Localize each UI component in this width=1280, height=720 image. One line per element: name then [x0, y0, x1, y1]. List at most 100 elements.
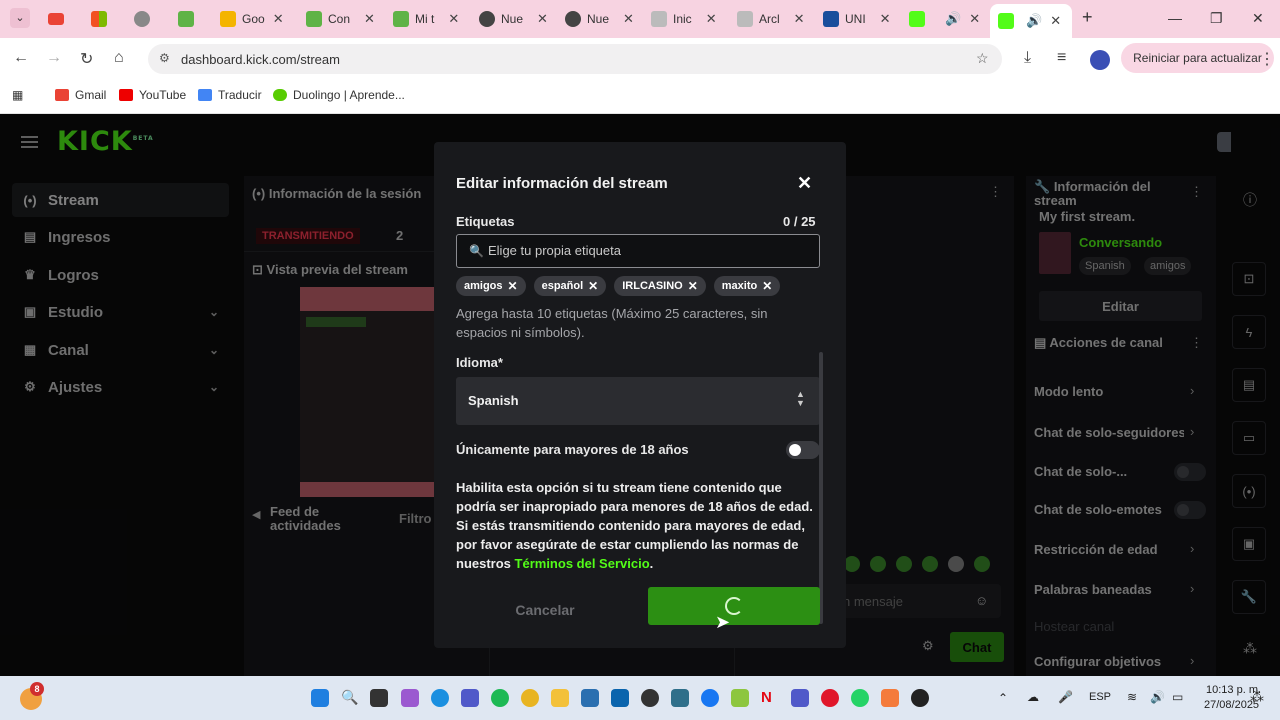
remove-tag-icon[interactable]: ✕ [588, 279, 598, 293]
whatsapp-icon[interactable] [851, 689, 869, 707]
outlook-icon[interactable] [611, 689, 629, 707]
teams-icon[interactable] [461, 689, 479, 707]
app-icon[interactable] [731, 689, 749, 707]
tab-active[interactable]: 🔊 ✕ [990, 4, 1072, 38]
language-indicator[interactable]: ESP [1089, 691, 1111, 703]
windows-start-icon[interactable] [311, 689, 329, 707]
bookmark-gmail[interactable]: Gmail [55, 88, 106, 102]
tag-chip[interactable]: español ✕ [533, 276, 607, 296]
apps-grid-icon[interactable]: ▦ [12, 88, 23, 102]
tab-13[interactable]: 🔊 ✕ [909, 6, 980, 32]
bookmark-star-icon[interactable]: ☆ [976, 50, 989, 67]
restart-update-button[interactable]: Reiniciar para actualizar [1121, 43, 1274, 73]
tab-2[interactable] [91, 6, 113, 32]
notification-badge: 8 [30, 682, 44, 696]
battery-icon[interactable]: ▭ [1172, 690, 1183, 704]
terms-of-service-link[interactable]: Términos del Servicio [515, 556, 650, 571]
forward-icon[interactable]: → [46, 49, 62, 67]
close-tab-icon[interactable]: ✕ [794, 11, 805, 27]
teams-icon[interactable] [791, 689, 809, 707]
new-tab-button[interactable]: + [1082, 7, 1093, 28]
maximize-button[interactable]: ❐ [1210, 10, 1223, 27]
menu-dots-icon[interactable]: ⋮ [1259, 49, 1275, 69]
close-window-button[interactable]: ✕ [1252, 10, 1264, 27]
dell-icon[interactable] [641, 689, 659, 707]
tab-11[interactable]: Arcl ✕ [737, 6, 805, 32]
modal-scrollbar[interactable] [819, 352, 823, 624]
tab-label: Inic [673, 12, 692, 26]
close-tab-icon[interactable]: ✕ [1050, 13, 1061, 29]
tab-6[interactable]: Con ✕ [306, 6, 375, 32]
tab-3[interactable] [134, 6, 156, 32]
tab-search-button[interactable]: ⌄ [10, 8, 30, 28]
spotify-icon[interactable] [491, 689, 509, 707]
bookmark-label: YouTube [139, 88, 187, 102]
bookmark-youtube[interactable]: YouTube [119, 88, 186, 102]
netflix-icon[interactable]: N [761, 689, 779, 707]
download-icon[interactable]: ⤓ [1024, 49, 1031, 67]
remove-tag-icon[interactable]: ✕ [762, 279, 772, 293]
minimize-button[interactable]: — [1168, 10, 1182, 26]
app-icon[interactable] [881, 689, 899, 707]
back-icon[interactable]: ← [13, 49, 29, 67]
tab-label: Arcl [759, 12, 780, 26]
wifi-icon[interactable]: ≋ [1127, 690, 1137, 704]
close-tab-icon[interactable]: ✕ [364, 11, 375, 27]
volume-icon[interactable]: 🔊 [1150, 690, 1165, 704]
address-bar[interactable]: ⚙ dashboard.kick.com/stream ☆ [148, 44, 1002, 74]
tag-chip[interactable]: maxito ✕ [713, 276, 781, 296]
copilot-icon[interactable] [401, 689, 419, 707]
tag-chip[interactable]: amigos ✕ [456, 276, 526, 296]
close-tab-icon[interactable]: ✕ [448, 11, 459, 27]
remove-tag-icon[interactable]: ✕ [688, 279, 698, 293]
close-tab-icon[interactable]: ✕ [273, 11, 284, 27]
close-tab-icon[interactable]: ✕ [537, 11, 548, 27]
tab-7[interactable]: Mi t ✕ [393, 6, 459, 32]
tab-label: Goo [242, 12, 265, 26]
tab-1[interactable] [48, 6, 70, 32]
app-icon[interactable] [671, 689, 689, 707]
store-icon[interactable] [581, 689, 599, 707]
notifications-icon[interactable]: ⁂ [1250, 688, 1264, 705]
site-info-icon[interactable]: ⚙ [159, 51, 170, 65]
tab-9[interactable]: Nue ✕ [565, 6, 634, 32]
adult-only-toggle[interactable] [786, 441, 820, 459]
tag-input[interactable] [488, 243, 808, 258]
opera-icon[interactable] [821, 689, 839, 707]
save-button[interactable] [648, 587, 820, 625]
file-explorer-icon[interactable] [551, 689, 569, 707]
tag-search-field[interactable]: 🔍 [456, 234, 820, 268]
facebook-icon[interactable] [701, 689, 719, 707]
language-select[interactable]: Spanish ▲ ▼ [456, 377, 820, 425]
close-tab-icon[interactable]: ✕ [880, 11, 891, 27]
reload-icon[interactable]: ↻ [80, 49, 93, 69]
home-icon[interactable]: ⌂ [114, 49, 124, 67]
tag-chip[interactable]: IRLCASINO ✕ [614, 276, 706, 296]
close-tab-icon[interactable]: ✕ [706, 11, 717, 27]
close-icon[interactable]: ✕ [797, 173, 812, 194]
bookmark-label: Traducir [218, 88, 262, 102]
tab-5[interactable]: Goo ✕ [220, 6, 284, 32]
edge-icon[interactable] [431, 689, 449, 707]
close-tab-icon[interactable]: ✕ [969, 11, 980, 27]
media-control-icon[interactable]: ≡ [1057, 49, 1066, 67]
cloud-off-icon[interactable]: ☁ [1027, 690, 1039, 704]
search-icon[interactable]: 🔍 [341, 689, 359, 707]
adult-only-description: Habilita esta opción si tu stream tiene … [456, 478, 820, 573]
tab-10[interactable]: Inic ✕ [651, 6, 717, 32]
microphone-icon[interactable]: 🎤 [1058, 690, 1073, 704]
bookmark-translate[interactable]: Traducir [198, 88, 262, 102]
close-tab-icon[interactable]: ✕ [623, 11, 634, 27]
tab-4[interactable] [178, 6, 200, 32]
task-view-icon[interactable] [370, 689, 388, 707]
profile-avatar[interactable] [1090, 50, 1110, 70]
obs-icon[interactable] [911, 689, 929, 707]
tab-8[interactable]: Nue ✕ [479, 6, 548, 32]
cancel-button[interactable]: Cancelar [492, 595, 598, 625]
tags-hint: Agrega hasta 10 etiquetas (Máximo 25 car… [456, 306, 768, 340]
bookmark-duolingo[interactable]: Duolingo | Aprende... [273, 88, 405, 102]
tab-12[interactable]: UNI ✕ [823, 6, 891, 32]
chrome-icon[interactable] [521, 689, 539, 707]
chevron-up-icon[interactable]: ⌃ [998, 691, 1008, 705]
remove-tag-icon[interactable]: ✕ [508, 279, 518, 293]
